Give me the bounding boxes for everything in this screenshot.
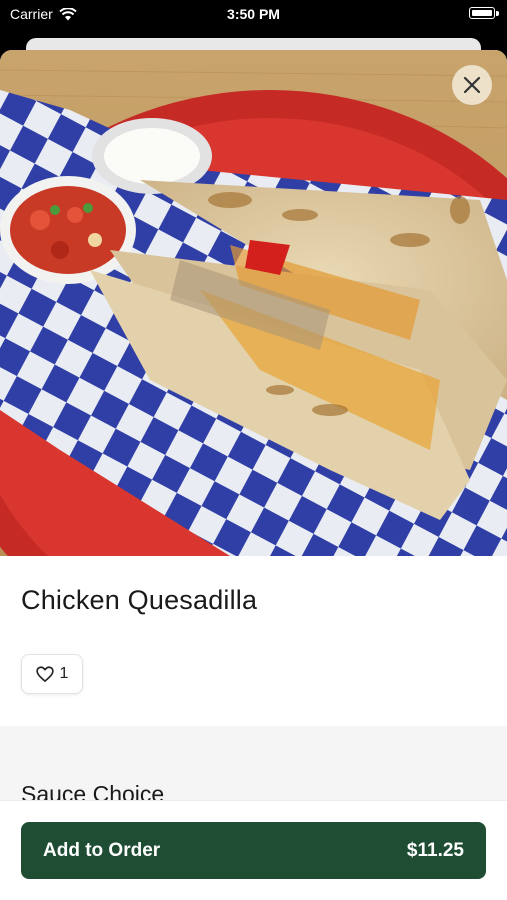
order-price: $11.25 xyxy=(406,839,464,861)
order-footer: Add to Order $11.25 xyxy=(0,800,507,900)
heart-icon xyxy=(35,666,54,682)
add-to-order-button[interactable]: Add to Order $11.25 xyxy=(21,822,486,879)
like-button[interactable]: 1 xyxy=(21,654,83,694)
battery-nub xyxy=(496,11,499,16)
close-icon xyxy=(463,76,481,94)
close-button[interactable] xyxy=(452,65,492,105)
battery-icon xyxy=(469,7,495,19)
status-bar: Carrier 3:50 PM xyxy=(0,0,507,30)
item-title: Chicken Quesadilla xyxy=(21,585,258,615)
item-photo xyxy=(0,50,507,556)
quesadilla-photo-icon xyxy=(0,50,507,556)
status-time: 3:50 PM xyxy=(227,6,280,22)
item-detail-sheet: Chicken Quesadilla 1 Sauce Choice Add to… xyxy=(0,50,507,900)
add-to-order-label: Add to Order xyxy=(43,839,161,861)
like-count: 1 xyxy=(59,665,69,682)
